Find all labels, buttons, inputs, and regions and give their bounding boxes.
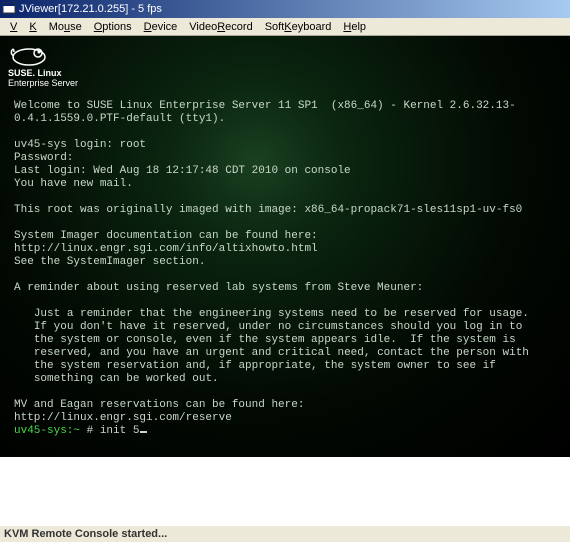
command-input[interactable]: init 5 [100,425,140,437]
status-text: KVM Remote Console started... [4,528,167,540]
chameleon-icon [8,42,50,68]
suse-logo: SUSE. Linux Enterprise Server [8,42,78,89]
app-icon [2,2,16,16]
doc-header: System Imager documentation can be found… [14,230,318,242]
login-line: uv45-sys login: root [14,139,146,151]
menu-video[interactable]: V [4,20,23,34]
statusbar: KVM Remote Console started... [0,525,570,542]
menu-keyboard[interactable]: K [23,20,42,34]
reserve-url: http://linux.engr.sgi.com/reserve [14,412,232,424]
reserve-header: MV and Eagan reservations can be found h… [14,399,304,411]
menu-options[interactable]: Options [88,20,138,34]
menubar: V K Mouse Options Device VideoRecord Sof… [0,18,570,36]
whitespace-area [0,457,570,525]
menu-softkeyboard[interactable]: SoftKeyboard [259,20,338,34]
titlebar: JViewer[172.21.0.255] - 5 fps [0,0,570,18]
menu-device[interactable]: Device [138,20,184,34]
welcome-line: Welcome to SUSE Linux Enterprise Server … [14,100,516,125]
console-area[interactable]: SUSE. Linux Enterprise Server Welcome to… [0,36,570,457]
newmail-line: You have new mail. [14,178,133,190]
window-title: JViewer[172.21.0.255] - 5 fps [19,3,162,15]
password-line: Password: [14,152,73,164]
doc-url: http://linux.engr.sgi.com/info/altixhowt… [14,243,318,255]
image-line: This root was originally imaged with ima… [14,204,522,216]
shell-prompt: uv45-sys:~ [14,425,80,437]
reminder-body: Just a reminder that the engineering sys… [14,308,529,385]
doc-see: See the SystemImager section. [14,256,205,268]
suse-brand-line2: Enterprise Server [8,79,78,89]
menu-mouse[interactable]: Mouse [43,20,88,34]
cursor-icon [140,431,147,433]
reminder-header: A reminder about using reserved lab syst… [14,282,423,294]
console-text: Welcome to SUSE Linux Enterprise Server … [14,100,560,438]
lastlogin-line: Last login: Wed Aug 18 12:17:48 CDT 2010… [14,165,351,177]
menu-videorecord[interactable]: VideoRecord [183,20,258,34]
menu-help[interactable]: Help [337,20,372,34]
